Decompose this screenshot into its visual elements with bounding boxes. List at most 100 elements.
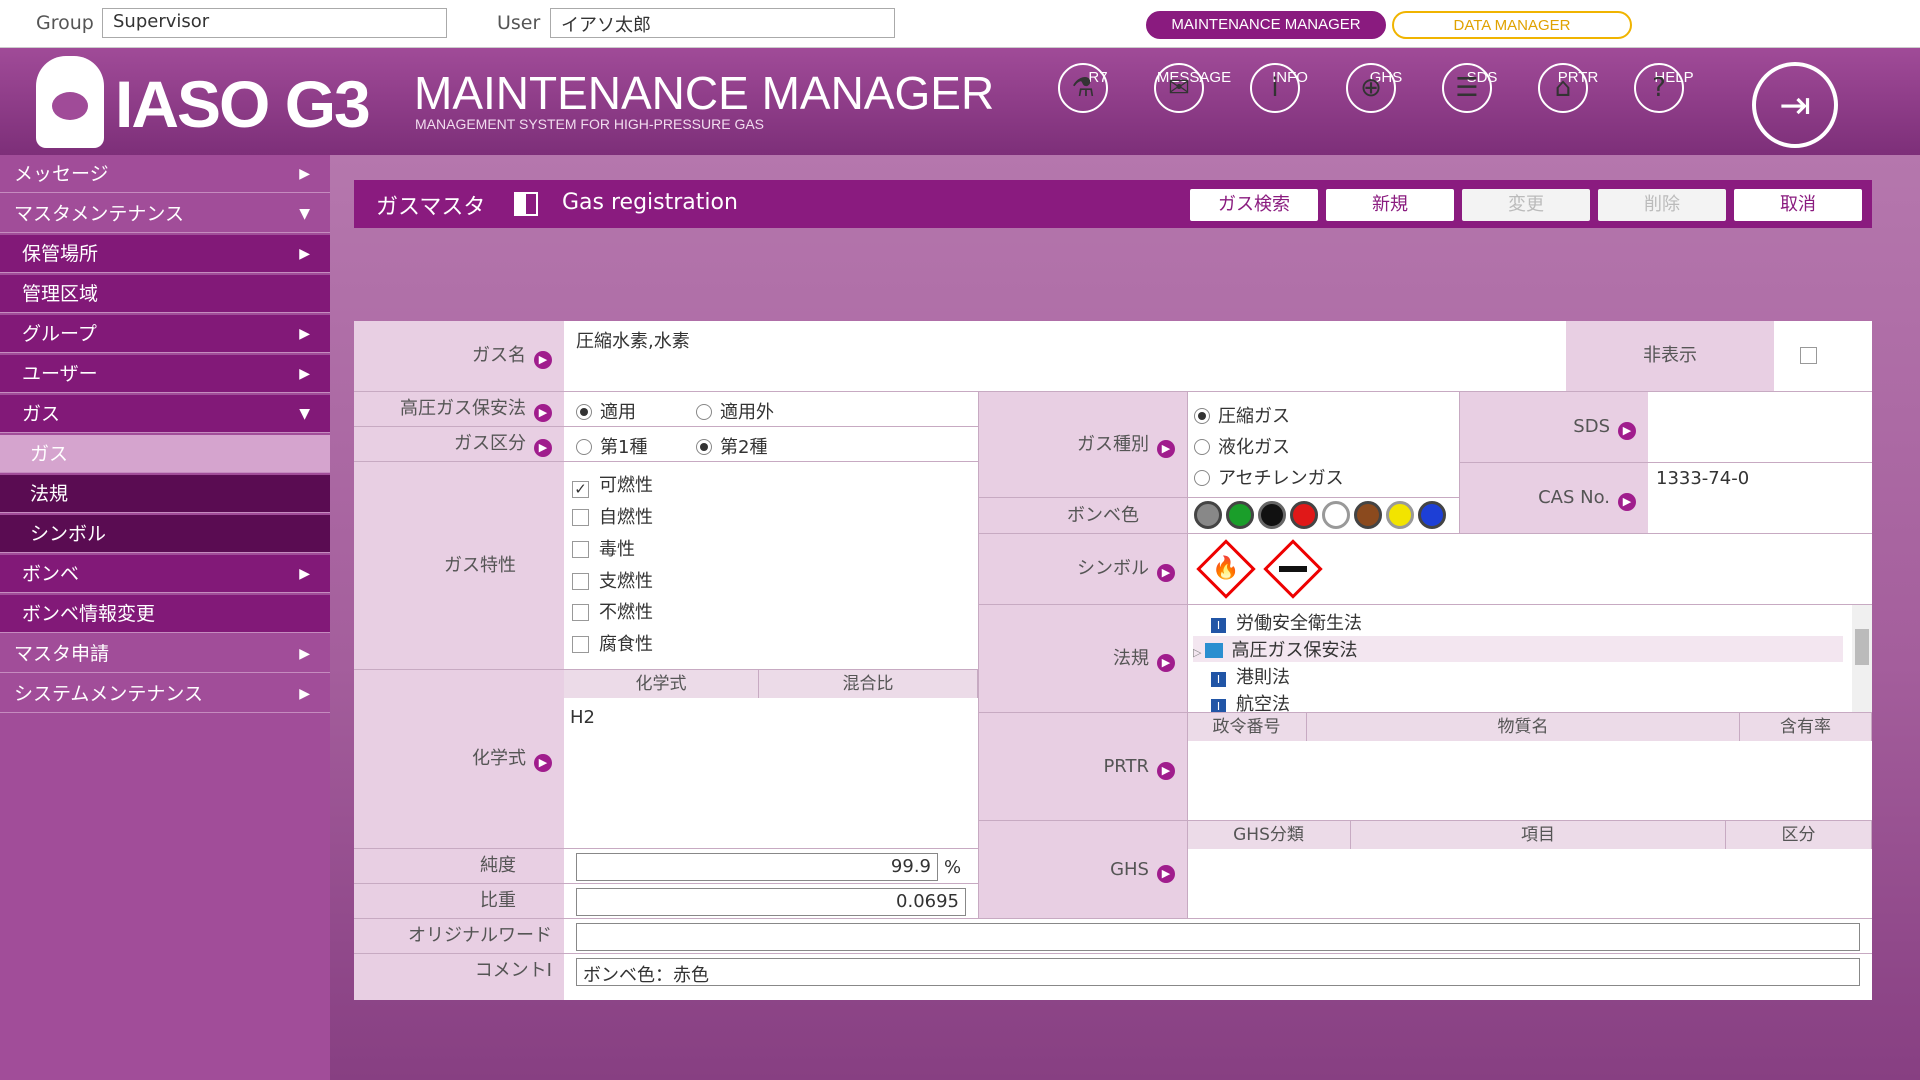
sidebar-item-law[interactable]: 法規 [0, 475, 330, 513]
sds-label: SDS ▶ [1460, 392, 1648, 462]
checkbox[interactable] [572, 604, 589, 621]
sidebar-item-gas-sub[interactable]: ガス [0, 435, 330, 473]
hidden-checkbox[interactable] [1800, 347, 1817, 364]
gas-type-compressed[interactable]: 圧縮ガス [1194, 402, 1290, 428]
sg-input[interactable]: 0.0695 [576, 888, 966, 916]
prop-flammable[interactable]: ✓ 可燃性 [572, 471, 653, 498]
radio-button[interactable] [1194, 408, 1210, 424]
hp-law-not-apply[interactable]: 適用外 [696, 398, 774, 424]
sidebar-item-message[interactable]: メッセージ ▶ [0, 155, 330, 193]
gas-class-2[interactable]: 第2種 [696, 433, 767, 459]
logout-icon[interactable]: ⇥ [1752, 62, 1838, 148]
sidebar-item-symbol[interactable]: シンボル [0, 515, 330, 553]
comment-input[interactable]: ボンベ色：赤色 [576, 958, 1860, 986]
checkbox[interactable] [572, 573, 589, 590]
gas-class-label: ガス区分 ▶ [354, 427, 564, 461]
radio-button[interactable] [696, 439, 712, 455]
sidebar-item-cylinder-change[interactable]: ボンベ情報変更 [0, 595, 330, 633]
chevron-right-icon: ▶ [299, 566, 310, 582]
cylinder-color-gray[interactable] [1194, 501, 1222, 529]
prop-pyrophoric[interactable]: 自燃性 [572, 503, 653, 529]
checkbox[interactable] [572, 541, 589, 558]
orig-word-input[interactable] [576, 923, 1860, 951]
gas-class-1[interactable]: 第1種 [576, 433, 647, 459]
checkbox-checked[interactable]: ✓ [572, 481, 589, 498]
orig-word-label: オリジナルワード [354, 919, 564, 953]
edit-button[interactable]: 変更 [1462, 189, 1590, 221]
sidebar-item-master-request[interactable]: マスタ申請 ▶ [0, 635, 330, 673]
law-item[interactable]: I 航空法 [1211, 690, 1290, 712]
gas-type-liquefied[interactable]: 液化ガス [1194, 433, 1290, 459]
app-subtitle: MANAGEMENT SYSTEM FOR HIGH-PRESSURE GAS [415, 116, 765, 132]
law-item[interactable]: I 労働安全衛生法 [1211, 609, 1362, 635]
sidebar-item-gas[interactable]: ガス ▼ [0, 395, 330, 433]
law-label: 法規 ▶ [979, 605, 1187, 712]
data-manager-button[interactable]: DATA MANAGER [1392, 11, 1632, 39]
purity-input[interactable]: 99.9 [576, 853, 938, 881]
law-scrollbar[interactable] [1852, 605, 1872, 712]
cylinder-color-black[interactable] [1258, 501, 1286, 529]
radio-button[interactable] [1194, 439, 1210, 455]
page-title-jp: ガスマスタ [376, 195, 486, 220]
prop-oxidizing[interactable]: 支燃性 [572, 567, 653, 593]
nav-r7[interactable]: ⚗ R7 [1058, 63, 1138, 113]
prop-toxic[interactable]: 毒性 [572, 535, 635, 561]
sidebar-item-storage[interactable]: 保管場所 ▶ [0, 235, 330, 273]
flame-pictogram-icon[interactable]: 🔥 [1196, 539, 1256, 599]
gas-type-acetylene[interactable]: アセチレンガス [1194, 464, 1344, 490]
sidebar-item-system-maintenance[interactable]: システムメンテナンス ▶ [0, 675, 330, 713]
cas-label: CAS No. ▶ [1460, 463, 1648, 533]
cas-value[interactable]: 1333-74-0 [1656, 468, 1749, 489]
chevron-down-icon: ▼ [299, 406, 310, 422]
cancel-button[interactable]: 取消 [1734, 189, 1862, 221]
prop-corrosive[interactable]: 腐食性 [572, 630, 653, 656]
radio-button[interactable] [576, 404, 592, 420]
prtr-col-content: 含有率 [1740, 713, 1872, 741]
arrow-right-icon: ▶ [1157, 654, 1175, 672]
nav-info[interactable]: i INFO [1250, 63, 1330, 113]
checkbox[interactable] [572, 636, 589, 653]
sidebar-item-cylinder[interactable]: ボンベ ▶ [0, 555, 330, 593]
maintenance-manager-button[interactable]: MAINTENANCE MANAGER [1146, 11, 1386, 39]
prop-nonflammable[interactable]: 不燃性 [572, 598, 653, 624]
cylinder-color-green[interactable] [1226, 501, 1254, 529]
symbol-label: シンボル ▶ [979, 534, 1187, 604]
gas-search-button[interactable]: ガス検索 [1190, 189, 1318, 221]
sidebar-item-master-maintenance[interactable]: マスタメンテナンス ▼ [0, 195, 330, 233]
radio-button[interactable] [576, 439, 592, 455]
nav-help[interactable]: ? HELP [1634, 63, 1714, 113]
gas-cylinder-pictogram-icon[interactable] [1263, 539, 1323, 599]
nav-message[interactable]: ✉ MESSAGE [1154, 63, 1234, 113]
cylinder-color-red[interactable] [1290, 501, 1318, 529]
hp-law-apply[interactable]: 適用 [576, 398, 636, 424]
sidebar-item-area[interactable]: 管理区域 [0, 275, 330, 313]
group-field[interactable]: Supervisor [102, 8, 447, 38]
page-title-en: Gas registration [562, 190, 738, 215]
cylinder-color-blue[interactable] [1418, 501, 1446, 529]
radio-button[interactable] [696, 404, 712, 420]
chevron-right-icon: ▶ [299, 166, 310, 182]
sidebar-item-user[interactable]: ユーザー ▶ [0, 355, 330, 393]
user-field[interactable]: イアソ太郎 [550, 8, 895, 38]
law-item-selected[interactable]: ▷ 高圧ガス保安法 [1193, 636, 1843, 662]
arrow-right-icon: ▶ [1157, 762, 1175, 780]
cylinder-color-white[interactable] [1322, 501, 1350, 529]
arrow-right-icon: ▶ [534, 404, 552, 422]
formula-label: 化学式 ▶ [354, 670, 564, 848]
sidebar-item-group[interactable]: グループ ▶ [0, 315, 330, 353]
delete-button[interactable]: 削除 [1598, 189, 1726, 221]
nav-ghs[interactable]: ⊕ GHS [1346, 63, 1426, 113]
new-button[interactable]: 新規 [1326, 189, 1454, 221]
cylinder-color-brown[interactable] [1354, 501, 1382, 529]
formula-value[interactable]: H2 [570, 707, 595, 728]
nav-sds[interactable]: ☰ SDS [1442, 63, 1522, 113]
prtr-label: PRTR ▶ [979, 713, 1187, 820]
radio-button[interactable] [1194, 470, 1210, 486]
hidden-checkbox-cell [1784, 321, 1872, 391]
checkbox[interactable] [572, 509, 589, 526]
cylinder-color-yellow[interactable] [1386, 501, 1414, 529]
gas-type-label: ガス種別 ▶ [979, 392, 1187, 497]
nav-prtr[interactable]: ⌂ PRTR [1538, 63, 1618, 113]
law-item[interactable]: I 港則法 [1211, 663, 1290, 689]
mascot-logo-icon [36, 56, 104, 148]
